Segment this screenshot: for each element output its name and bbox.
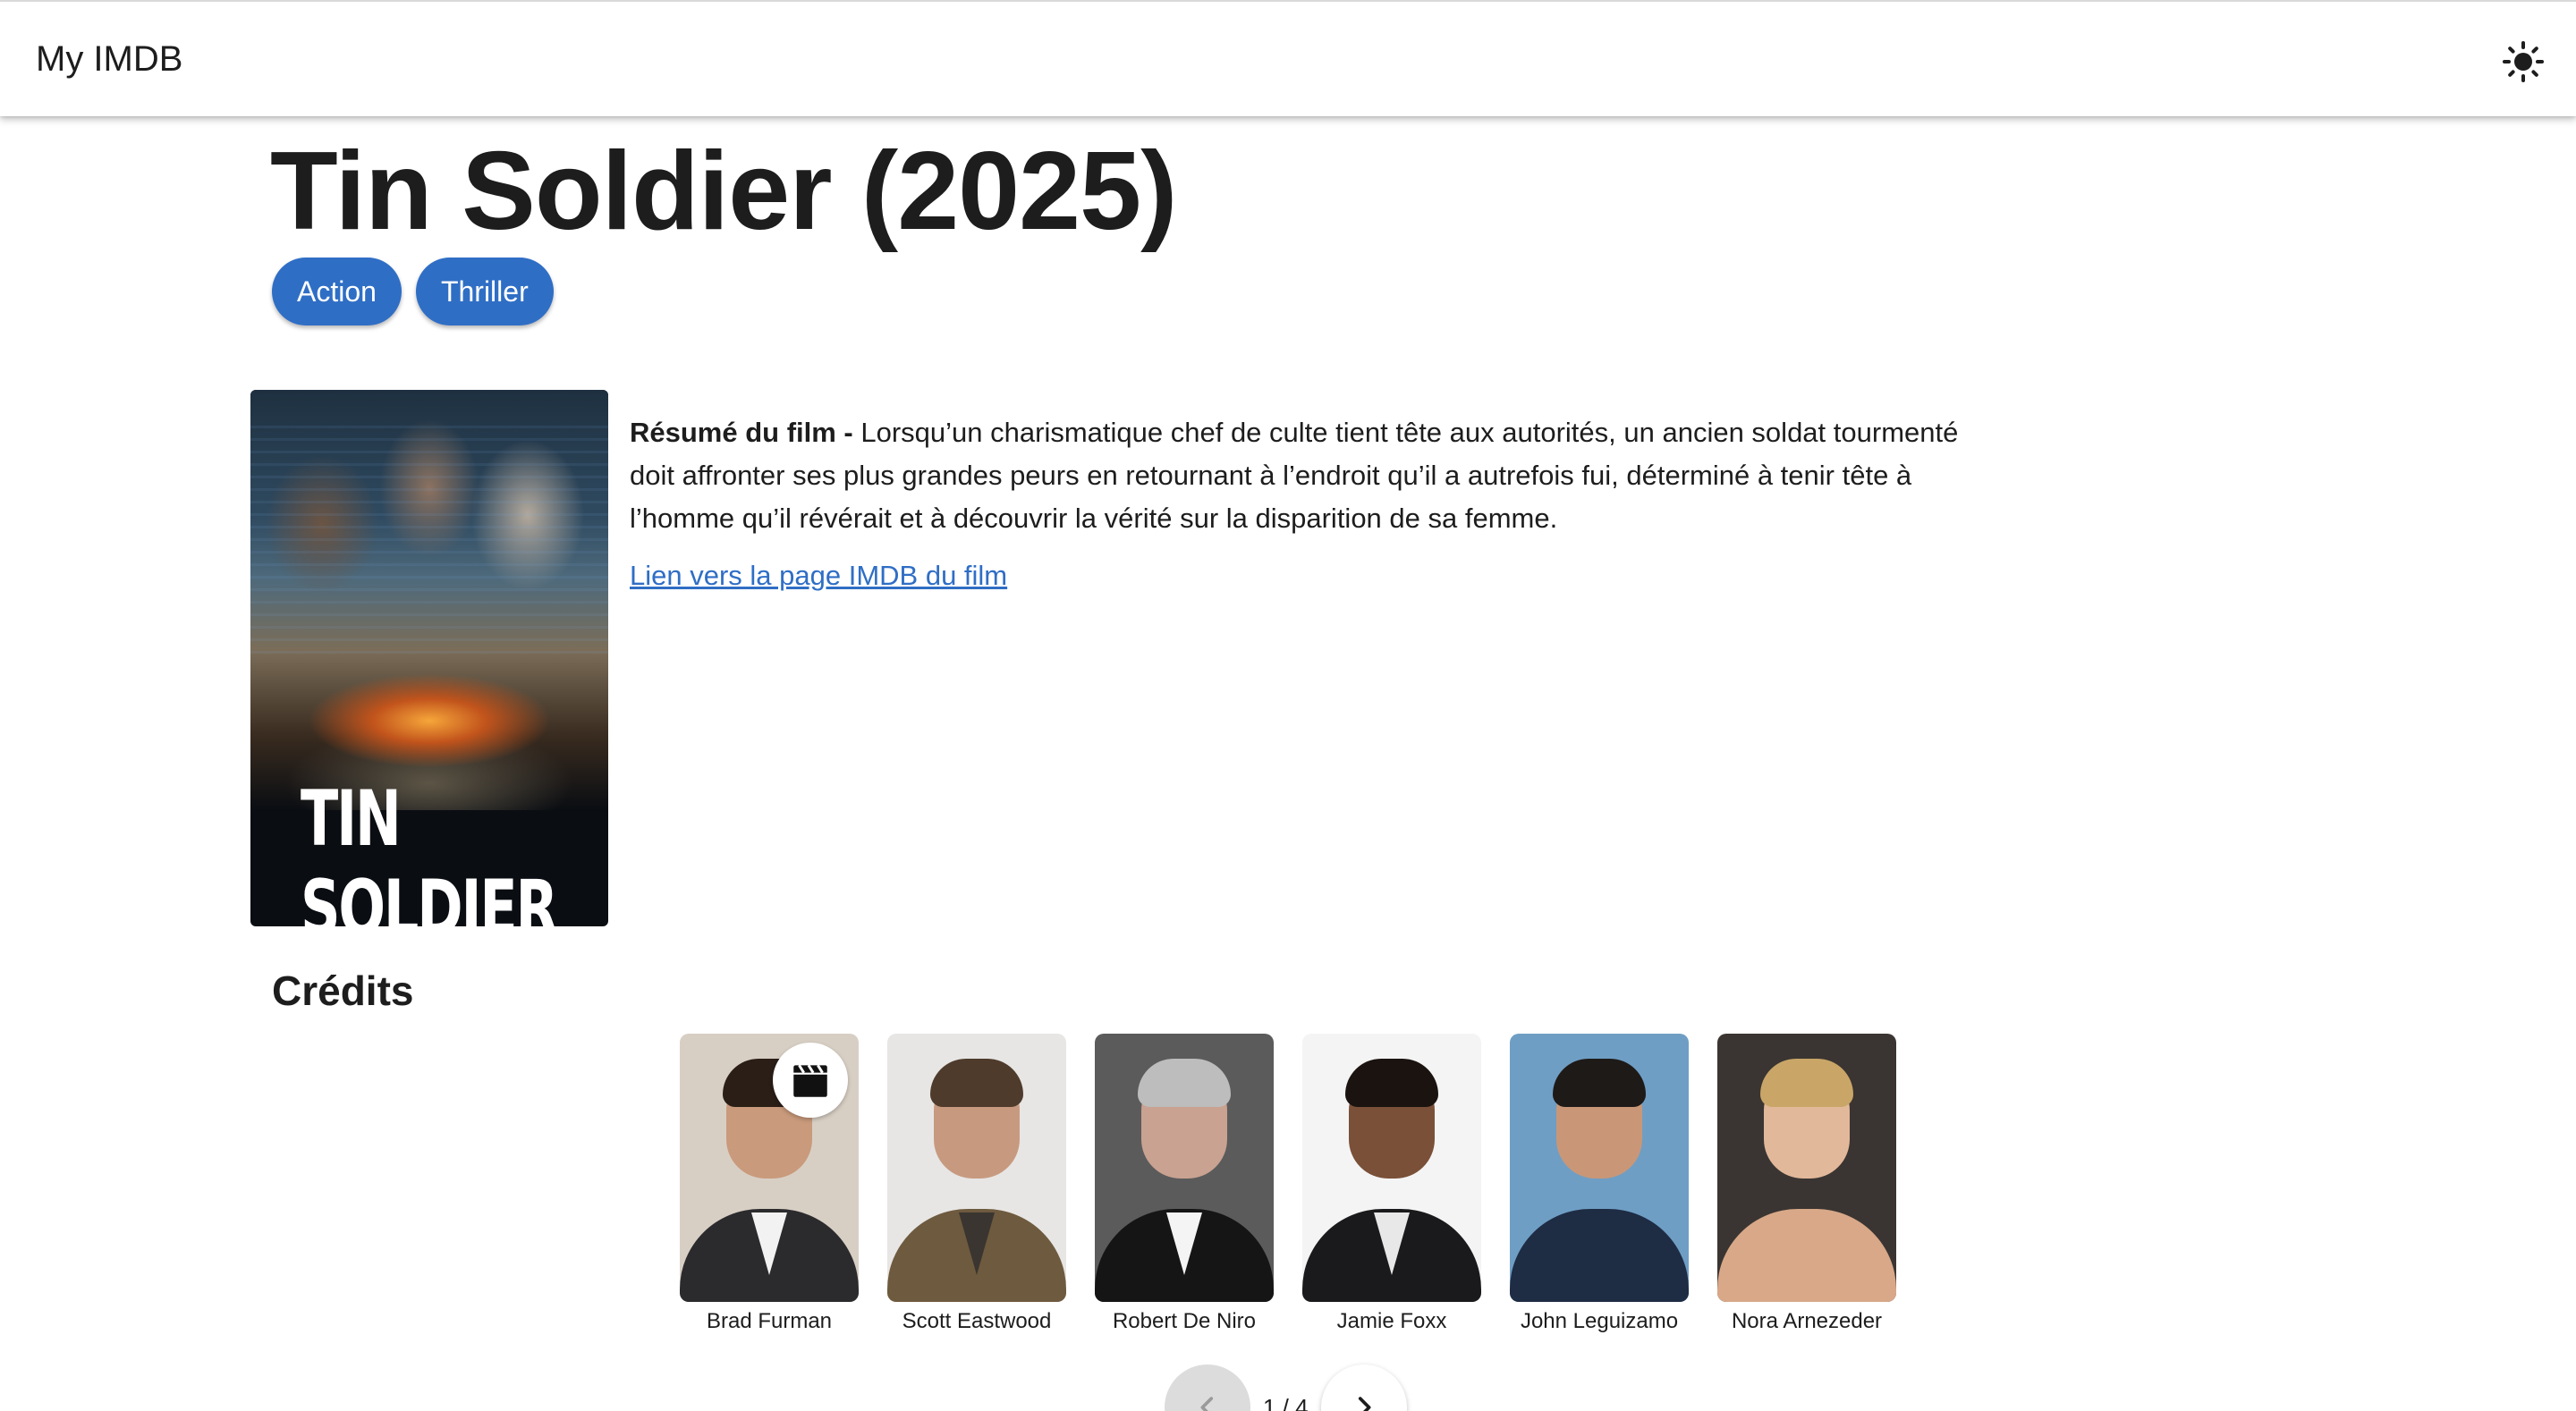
clapperboard-icon — [793, 1064, 827, 1097]
cast-photo — [1095, 1034, 1274, 1302]
director-badge[interactable] — [773, 1043, 848, 1118]
sun-icon — [2503, 41, 2544, 82]
cast-name: John Leguizamo — [1520, 1309, 1679, 1333]
cast-photo — [1302, 1034, 1481, 1302]
genre-chips: Action Thriller — [272, 258, 554, 325]
cast-name: Robert De Niro — [1112, 1309, 1257, 1333]
cast-card[interactable]: Jamie Foxx — [1302, 1034, 1481, 1336]
movie-summary: Résumé du film - Lorsqu’un charismatique… — [630, 411, 1971, 540]
chevron-left-icon — [1200, 1397, 1214, 1411]
app-bar: My IMDB — [0, 2, 2576, 116]
imdb-page-link[interactable]: Lien vers la page IMDB du film — [630, 554, 1007, 597]
cast-card[interactable]: John Leguizamo — [1510, 1034, 1689, 1336]
movie-title: Tin Soldier (2025) — [270, 130, 1177, 253]
summary-label: Résumé du film - — [630, 417, 853, 448]
cast-name: Scott Eastwood — [902, 1309, 1052, 1333]
page-indicator: 1 / 4 — [1263, 1394, 1309, 1411]
cast-card[interactable]: Brad Furman — [680, 1034, 859, 1336]
pagination: 1 / 4 — [1165, 1365, 1407, 1411]
movie-poster: TIN SOLDIER — [250, 390, 608, 926]
theme-toggle-button[interactable] — [2501, 39, 2546, 84]
cast-card[interactable]: Robert De Niro — [1095, 1034, 1274, 1336]
cast-name: Jamie Foxx — [1336, 1309, 1447, 1333]
poster-title: TIN SOLDIER — [301, 774, 558, 926]
next-page-button[interactable] — [1320, 1365, 1407, 1411]
cast-card[interactable]: Nora Arnezeder — [1717, 1034, 1896, 1336]
cast-card[interactable]: Scott Eastwood — [887, 1034, 1066, 1336]
cast-photo — [1510, 1034, 1689, 1302]
app-window: My IMDB Tin Soldier (2025) Action Thrill… — [0, 0, 2576, 1411]
previous-page-button[interactable] — [1165, 1365, 1250, 1411]
cast-name: Nora Arnezeder — [1731, 1309, 1883, 1333]
cast-photo — [1717, 1034, 1896, 1302]
chevron-right-icon — [1358, 1397, 1371, 1411]
credits-heading: Crédits — [272, 967, 414, 1014]
cast-list: Brad Furman Scott Eastwood Robert De Niro J… — [680, 1034, 1896, 1336]
cast-photo — [680, 1034, 859, 1302]
genre-chip-thriller[interactable]: Thriller — [415, 258, 554, 325]
cast-name: Brad Furman — [706, 1309, 833, 1333]
cast-photo — [887, 1034, 1066, 1302]
brand-link[interactable]: My IMDB — [36, 38, 182, 80]
genre-chip-action[interactable]: Action — [272, 258, 402, 325]
